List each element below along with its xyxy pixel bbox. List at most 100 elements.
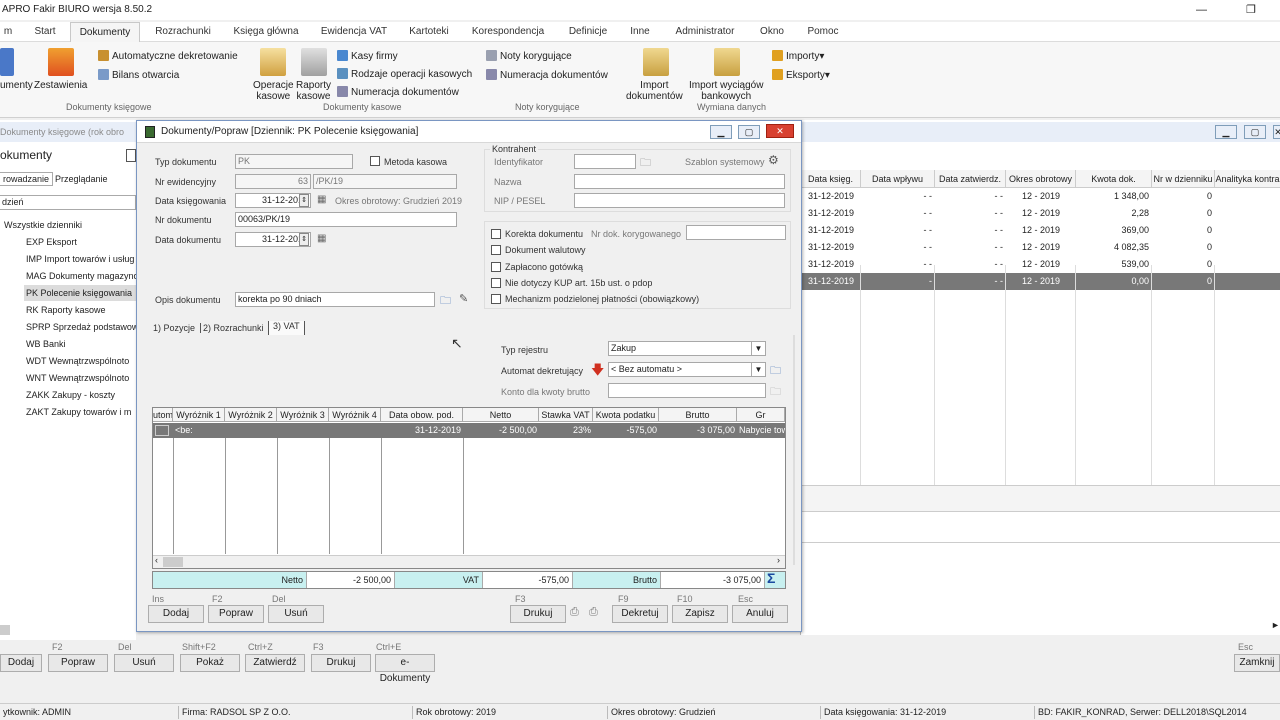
tab-wprowadzanie[interactable]: rowadzanie (0, 172, 54, 186)
e-dokumenty-button[interactable]: e-Dokumenty (375, 654, 435, 684)
scroll-thumb[interactable] (163, 557, 183, 567)
journal-item[interactable]: WB Banki (26, 336, 66, 352)
sigma-icon[interactable]: Σ (767, 570, 775, 586)
ribbon-dokumenty[interactable]: umenty (0, 80, 33, 91)
scroll-left-icon[interactable]: ‹ (155, 555, 158, 565)
menu-vat[interactable]: Ewidencja VAT (314, 22, 394, 42)
scroll-right-icon[interactable]: › (777, 555, 780, 565)
mechanizm-checkbox[interactable] (491, 294, 501, 304)
dialog-close-button[interactable]: ✕ (766, 124, 794, 138)
ribbon-numeracja2[interactable]: Numeracja dokumentów (486, 69, 608, 81)
filter-input[interactable]: dzień (0, 195, 136, 210)
drukuj-button[interactable]: Drukuj (311, 654, 371, 672)
menu-kartoteki[interactable]: Kartoteki (402, 22, 456, 42)
vat-col-header[interactable]: Stawka VAT (539, 408, 593, 422)
folder-icon[interactable]: 🗀 (770, 383, 781, 402)
zamknij-button[interactable]: Zamknij (1234, 654, 1280, 672)
vat-col-header[interactable]: Wyróżnik 3 (277, 408, 329, 422)
ribbon-import-wyc[interactable]: Import wyciągów bankowych (689, 80, 763, 102)
ribbon-operacje-kasowe[interactable]: Operacje kasowe (253, 80, 294, 102)
journal-item[interactable]: SPRP Sprzedaż podstawow (26, 319, 138, 335)
scroll-right-icon[interactable]: ► (1271, 620, 1280, 630)
col-header[interactable]: Data zatwierdz. (935, 170, 1006, 188)
menu-app[interactable]: m (0, 22, 16, 42)
zatwierdz-button[interactable]: Zatwierdź (245, 654, 305, 672)
typ-rej-select[interactable]: Zakup (608, 341, 766, 356)
dodaj-button[interactable]: Dodaj (0, 654, 42, 672)
journal-item[interactable]: ZAKT Zakupy towarów i m (26, 404, 131, 420)
menu-definicje[interactable]: Definicje (560, 22, 616, 42)
opis-field[interactable]: korekta po 90 dniach (235, 292, 435, 307)
ribbon-auto-dekret[interactable]: Automatyczne dekretowanie (98, 50, 238, 62)
calendar-icon[interactable]: ▦ (317, 194, 326, 205)
dekretuj-button[interactable]: Dekretuj (612, 605, 668, 623)
ribbon-raporty-kasowe[interactable]: Raporty kasowe (296, 80, 331, 102)
journal-item-selected[interactable]: PK Polecenie księgowania (24, 285, 136, 301)
vat-col-header[interactable]: Brutto (659, 408, 737, 422)
chevron-down-icon[interactable]: ▼ (751, 342, 765, 355)
calendar-icon[interactable]: ▦ (317, 233, 326, 244)
grid-maximize-button[interactable]: ▢ (1244, 125, 1266, 139)
dialog-minimize-button[interactable]: ▁ (710, 125, 732, 139)
menu-rozrachunki[interactable]: Rozrachunki (148, 22, 218, 42)
col-header[interactable]: Data księg. (801, 170, 861, 188)
journal-item[interactable]: Wszystkie dzienniki (4, 217, 82, 233)
vat-hscrollbar[interactable] (153, 555, 785, 568)
folder-icon[interactable]: 🗀 (770, 362, 781, 381)
drukuj-button[interactable]: Drukuj (510, 605, 566, 623)
vat-col-header[interactable]: Data obow. pod. (381, 408, 463, 422)
usun-button[interactable]: Usuń (114, 654, 174, 672)
journal-item[interactable]: MAG Dokumenty magazyno (26, 268, 139, 284)
folder-icon[interactable]: 🗀 (640, 154, 651, 173)
ribbon-noty[interactable]: Noty korygujące (486, 50, 572, 62)
folder-icon[interactable]: 🗀 (440, 292, 451, 311)
walutowy-checkbox[interactable] (491, 245, 501, 255)
printer-preview-icon[interactable]: ⎙ (589, 606, 598, 619)
dodaj-button[interactable]: Dodaj (148, 605, 204, 623)
nip-field[interactable] (574, 193, 785, 208)
printer-icon[interactable]: ⎙ (570, 606, 579, 619)
vat-col-header[interactable]: Wyróżnik 1 (173, 408, 225, 422)
ribbon-eksporty[interactable]: Eksporty▾ (772, 69, 830, 81)
ribbon-importy[interactable]: Importy▾ (772, 50, 824, 62)
pokaz-button[interactable]: Pokaż (180, 654, 240, 672)
vat-col-header[interactable]: Wyróżnik 2 (225, 408, 277, 422)
vat-col-header[interactable]: Netto (463, 408, 539, 422)
menu-start[interactable]: Start (28, 22, 62, 42)
menu-ksiega[interactable]: Księga główna (226, 22, 306, 42)
journal-item[interactable]: RK Raporty kasowe (26, 302, 106, 318)
identyfikator-field[interactable] (574, 154, 636, 169)
vat-col-header[interactable]: Wyróżnik 4 (329, 408, 381, 422)
chevron-down-icon[interactable]: ▼ (751, 363, 765, 376)
col-header[interactable]: Nr w dzienniku (1152, 170, 1215, 188)
restore-icon[interactable]: ❐ (1246, 0, 1256, 20)
popraw-button[interactable]: Popraw (48, 654, 108, 672)
journal-item[interactable]: ZAKK Zakupy - koszty (26, 387, 115, 403)
ribbon-numeracja[interactable]: Numeracja dokumentów (337, 86, 459, 98)
vat-col-header[interactable]: Kwota podatku (593, 408, 659, 422)
data-ks-spinner[interactable]: ⇕ (299, 194, 309, 207)
grid-minimize-button[interactable]: ▁ (1215, 125, 1237, 139)
ribbon-kasy-firmy[interactable]: Kasy firmy (337, 50, 398, 62)
nie-dotyczy-checkbox[interactable] (491, 278, 501, 288)
col-header[interactable]: Okres obrotowy (1006, 170, 1076, 188)
journal-item[interactable]: WDT Wewnątrzwspólnoto (26, 353, 129, 369)
left-scrollbar[interactable] (0, 625, 10, 635)
dialog-maximize-button[interactable]: ▢ (738, 125, 760, 139)
edit-icon[interactable]: ✎ (459, 292, 468, 305)
vat-col-header[interactable]: Gr (737, 408, 785, 422)
gear-icon[interactable]: ⚙ (768, 153, 779, 167)
menu-korespondencja[interactable]: Korespondencja (464, 22, 552, 42)
menu-okno[interactable]: Okno (754, 22, 790, 42)
popraw-button[interactable]: Popraw (208, 605, 264, 623)
journal-item[interactable]: IMP Import towarów i usług (26, 251, 134, 267)
korekta-checkbox[interactable] (491, 229, 501, 239)
typ-dok-field[interactable]: PK (235, 154, 353, 169)
metoda-kasowa-checkbox[interactable] (370, 156, 380, 166)
col-header[interactable]: Kwota dok. (1076, 170, 1152, 188)
zaplacono-checkbox[interactable] (491, 262, 501, 272)
anuluj-button[interactable]: Anuluj (732, 605, 788, 623)
automat-select[interactable]: < Bez automatu > (608, 362, 766, 377)
menu-administrator[interactable]: Administrator (664, 22, 746, 42)
nr-ewid-field[interactable]: 63 (235, 174, 311, 189)
